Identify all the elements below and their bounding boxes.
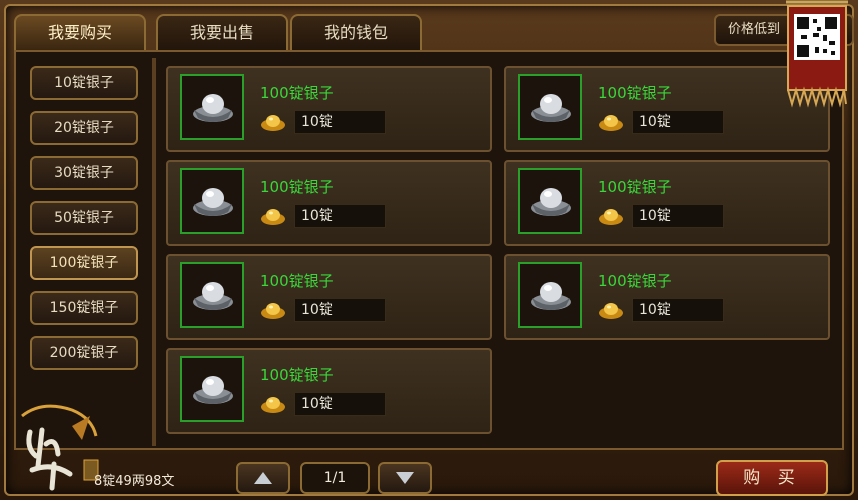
item-name: 100锭银子	[260, 178, 334, 196]
item-price: 10锭	[294, 298, 386, 322]
silver-ingot-icon	[193, 188, 233, 216]
page-up-button[interactable]	[236, 462, 290, 494]
item-thumbnail	[180, 168, 244, 234]
item-thumbnail	[518, 262, 582, 328]
buy-button[interactable]: 购 买	[716, 460, 828, 496]
arrow-down-icon	[396, 472, 414, 484]
item-price: 10锭	[294, 204, 386, 228]
item-price: 10锭	[632, 204, 724, 228]
game-logo	[21, 404, 99, 491]
item-price: 10锭	[632, 110, 724, 134]
qr-code-banner[interactable]	[782, 0, 852, 108]
item-thumbnail	[518, 74, 582, 140]
item-thumbnail	[518, 168, 582, 234]
silver-ingot-icon	[531, 188, 571, 216]
gold-ingot-icon	[599, 115, 623, 131]
gold-ingot-icon	[261, 397, 285, 413]
item-price: 10锭	[294, 110, 386, 134]
item-name: 100锭银子	[260, 84, 334, 102]
sidebar-item-30[interactable]: 30锭银子	[30, 156, 138, 190]
item-thumbnail	[180, 74, 244, 140]
item-price: 10锭	[294, 392, 386, 416]
silver-ingot-icon	[193, 376, 233, 404]
listing-card[interactable]: 100锭银子 10锭	[166, 66, 492, 152]
listing-card[interactable]: 100锭银子 10锭	[166, 254, 492, 340]
sidebar-item-20[interactable]: 20锭银子	[30, 111, 138, 145]
item-name: 100锭银子	[598, 272, 672, 290]
panel-divider	[152, 58, 156, 446]
arrow-up-icon	[254, 472, 272, 484]
tab-sell[interactable]: 我要出售	[156, 14, 288, 50]
silver-ingot-icon	[193, 282, 233, 310]
category-sidebar: 10锭银子 20锭银子 30锭银子 50锭银子 100锭银子 150锭银子 20…	[18, 60, 150, 450]
tab-wallet[interactable]: 我的钱包	[290, 14, 422, 50]
sidebar-item-10[interactable]: 10锭银子	[30, 66, 138, 100]
page-down-button[interactable]	[378, 462, 432, 494]
silver-ingot-icon	[531, 94, 571, 122]
currency-balance: 8锭49两98文	[94, 474, 175, 489]
tab-buy[interactable]: 我要购买	[14, 14, 146, 50]
silver-ingot-icon	[193, 94, 233, 122]
gold-ingot-icon	[261, 209, 285, 225]
gold-ingot-icon	[599, 303, 623, 319]
sidebar-item-200[interactable]: 200锭银子	[30, 336, 138, 370]
item-thumbnail	[180, 356, 244, 422]
gold-ingot-icon	[261, 303, 285, 319]
listing-card[interactable]: 100锭银子 10锭	[166, 160, 492, 246]
sidebar-item-50[interactable]: 50锭银子	[30, 201, 138, 235]
sidebar-item-100[interactable]: 100锭银子	[30, 246, 138, 280]
listing-card[interactable]: 100锭银子 10锭	[166, 348, 492, 434]
item-name: 100锭银子	[598, 84, 672, 102]
listing-card[interactable]: 100锭银子 10锭	[504, 254, 830, 340]
silver-ingot-icon	[531, 282, 571, 310]
gold-ingot-icon	[261, 115, 285, 131]
sidebar-item-150[interactable]: 150锭银子	[30, 291, 138, 325]
item-name: 100锭银子	[598, 178, 672, 196]
item-price: 10锭	[632, 298, 724, 322]
gold-ingot-icon	[599, 209, 623, 225]
listing-card[interactable]: 100锭银子 10锭	[504, 160, 830, 246]
item-name: 100锭银子	[260, 366, 334, 384]
item-name: 100锭银子	[260, 272, 334, 290]
page-indicator: 1/1	[300, 462, 370, 494]
item-thumbnail	[180, 262, 244, 328]
